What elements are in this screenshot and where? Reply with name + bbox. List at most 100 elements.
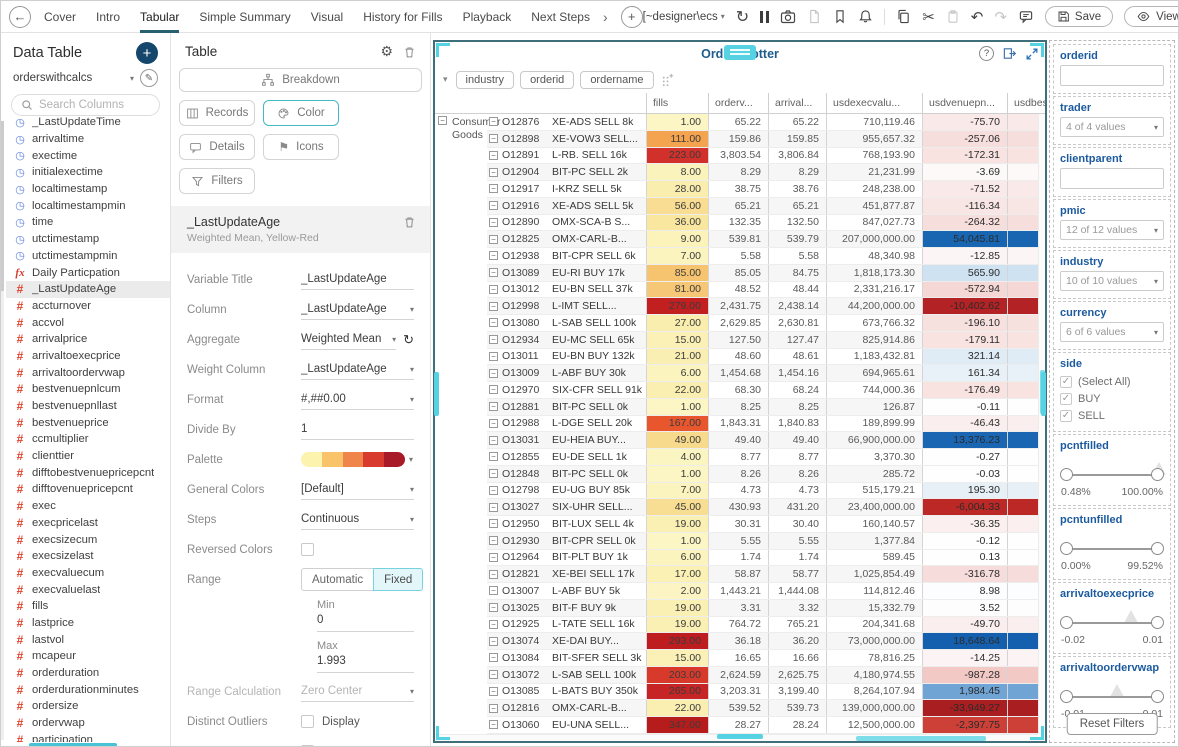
table-row[interactable]: −O13011EU-BN BUY 132k21.0048.6048.611,18… <box>487 349 1045 366</box>
slider-handle-max[interactable] <box>1151 542 1164 555</box>
pause-icon[interactable] <box>760 11 769 23</box>
copy-icon[interactable] <box>896 9 911 24</box>
trash-icon[interactable] <box>403 45 416 59</box>
column-item-arrivalprice[interactable]: #arrivalprice <box>6 331 170 348</box>
table-row[interactable]: −O12970SIX-CFR SELL 91k22.0068.3068.2474… <box>487 382 1045 399</box>
column-item-execvaluecum[interactable]: #execvaluecum <box>6 565 170 582</box>
search-columns-input[interactable]: Search Columns <box>11 94 160 116</box>
column-header-usdbest[interactable]: usdbest... <box>1008 93 1045 113</box>
table-row[interactable]: −O12798EU-UG BUY 85k7.004.734.73515,179.… <box>487 483 1045 500</box>
collapse-row-icon[interactable]: − <box>489 687 498 696</box>
collapse-row-icon[interactable]: − <box>489 452 498 461</box>
field-control-weight-column[interactable]: _LastUpdateAge▾ <box>301 360 414 380</box>
collapse-row-icon[interactable]: − <box>489 218 498 227</box>
column-item-lastprice[interactable]: #lastprice <box>6 615 170 632</box>
drag-handle[interactable] <box>724 45 756 60</box>
table-row[interactable]: −O13012EU-BN SELL 37k81.0048.5248.442,33… <box>487 282 1045 299</box>
sidebar-scrollbar-thumb[interactable] <box>1 121 4 291</box>
column-item-arrivaltoexecprice[interactable]: #arrivaltoexecprice <box>6 348 170 365</box>
column-item-ordervwap[interactable]: #ordervwap <box>6 715 170 732</box>
breakdown-chip-orderid[interactable]: orderid <box>520 71 574 89</box>
reset-filters-button[interactable]: Reset Filters <box>1067 713 1158 735</box>
collapse-row-icon[interactable]: − <box>489 570 498 579</box>
table-row[interactable]: −O12825OMX-CARL-B...9.00539.81539.79207,… <box>487 231 1045 248</box>
slider-handle-max[interactable] <box>1151 468 1164 481</box>
collapse-row-icon[interactable]: − <box>489 704 498 713</box>
table-row[interactable]: −O12904BIT-PC SELL 2k8.008.298.2921,231.… <box>487 164 1045 181</box>
field-control-column[interactable]: _LastUpdateAge▾ <box>301 300 414 320</box>
table-row[interactable]: −O12998L-IMT SELL...279.002,431.752,438.… <box>487 298 1045 315</box>
column-item-execpricelast[interactable]: #execpricelast <box>6 515 170 532</box>
tab-simple-summary[interactable]: Simple Summary <box>199 1 290 33</box>
column-item-execvaluelast[interactable]: #execvaluelast <box>6 581 170 598</box>
table-row[interactable]: −O13089EU-RI BUY 17k85.0085.0584.751,818… <box>487 265 1045 282</box>
collapse-row-icon[interactable]: − <box>489 268 498 277</box>
collapse-row-icon[interactable]: − <box>489 335 498 344</box>
horizontal-scrollbar-thumb[interactable] <box>856 736 986 741</box>
sidebar-scrollbar[interactable] <box>1 121 4 740</box>
collapse-group-icon[interactable]: − <box>438 116 447 125</box>
checkbox-reversed-colors[interactable] <box>301 543 314 556</box>
tab-playback[interactable]: Playback <box>463 1 512 33</box>
field-input-max[interactable]: 1.993 <box>317 655 414 673</box>
table-row[interactable]: −O12950BIT-LUX SELL 4k19.0030.3130.40160… <box>487 516 1045 533</box>
column-header-usdexecvalue[interactable]: usdexecvalu... <box>827 93 923 113</box>
collapse-row-icon[interactable]: − <box>489 486 498 495</box>
collapse-row-icon[interactable]: − <box>489 369 498 378</box>
collapse-row-icon[interactable]: − <box>489 285 498 294</box>
field-control-steps[interactable]: Continuous▾ <box>301 510 414 530</box>
field-control-format[interactable]: #,##0.00▾ <box>301 390 414 410</box>
column-item-execsizecum[interactable]: #execsizecum <box>6 531 170 548</box>
filter-text-input-clientparent[interactable] <box>1060 168 1164 189</box>
table-row[interactable]: −O12876XE-ADS SELL 8k1.0065.2265.22710,1… <box>487 114 1045 131</box>
range-mode-fixed[interactable]: Fixed <box>373 568 423 591</box>
range-mode-automatic[interactable]: Automatic <box>301 568 373 591</box>
slider-handle-min[interactable] <box>1060 616 1073 629</box>
checkbox-icon[interactable]: ✓ <box>1060 376 1072 388</box>
collapse-row-icon[interactable]: − <box>489 168 498 177</box>
save-button[interactable]: Save <box>1045 6 1113 27</box>
column-item-orderduration[interactable]: #orderduration <box>6 665 170 682</box>
add-data-table-button[interactable]: + <box>136 42 158 64</box>
refresh-icon[interactable]: ↻ <box>403 332 414 348</box>
table-row[interactable]: −O13007L-ABF BUY 5k2.001,443.211,444.081… <box>487 583 1045 600</box>
tab-visual[interactable]: Visual <box>311 1 343 33</box>
chevron-down-icon[interactable]: ▾ <box>410 485 414 494</box>
column-item-time[interactable]: ◷time <box>6 214 170 231</box>
bookmark-icon[interactable] <box>833 9 847 24</box>
column-item-execsizelast[interactable]: #execsizelast <box>6 548 170 565</box>
table-row[interactable]: −O12821XE-BEI SELL 17k17.0058.8758.771,0… <box>487 566 1045 583</box>
table-row[interactable]: −O12891L-RB. SELL 16k223.003,803.543,806… <box>487 148 1045 165</box>
filter-select-trader[interactable]: 4 of 4 values▾ <box>1060 117 1164 137</box>
breakdown-button[interactable]: Breakdown <box>179 68 422 92</box>
field-control-general-colors[interactable]: [Default]▾ <box>301 480 414 500</box>
column-item-bestvenuepnlcum[interactable]: #bestvenuepnlcum <box>6 381 170 398</box>
collapse-row-icon[interactable]: − <box>489 670 498 679</box>
order-blotter-panel[interactable]: Order Blotter ? ▾ industry orderid order… <box>433 40 1047 743</box>
column-item-initialexectime[interactable]: ◷initialexectime <box>6 164 170 181</box>
table-row[interactable]: −O12964BIT-PLT BUY 1k6.001.741.74589.450… <box>487 550 1045 567</box>
filter-text-input-orderid[interactable] <box>1060 65 1164 86</box>
field-control-aggregate[interactable]: Weighted Mean▾ <box>301 330 396 350</box>
collapse-row-icon[interactable]: − <box>489 251 498 260</box>
collapse-row-icon[interactable]: − <box>489 586 498 595</box>
column-item-accturnover[interactable]: #accturnover <box>6 298 170 315</box>
table-row[interactable]: −O12848BIT-PC SELL 0k1.008.268.26285.72-… <box>487 466 1045 483</box>
table-row[interactable]: −O12890OMX-SCA-B S...36.00132.35132.5084… <box>487 215 1045 232</box>
refresh-icon[interactable]: ↻ <box>736 7 749 27</box>
chevron-down-icon[interactable]: ▾ <box>410 395 414 404</box>
table-row[interactable]: −O13080L-SAB SELL 100k27.002,629.852,630… <box>487 315 1045 332</box>
bell-icon[interactable] <box>858 9 873 24</box>
table-row[interactable]: −O12925L-TATE SELL 16k19.00764.72765.212… <box>487 617 1045 634</box>
undo-icon[interactable]: ↶ <box>971 8 984 26</box>
table-row[interactable]: −O13027SIX-UHR SELL...45.00430.93431.202… <box>487 499 1045 516</box>
column-item-arrivaltime[interactable]: ◷arrivaltime <box>6 131 170 148</box>
collapse-row-icon[interactable]: − <box>489 352 498 361</box>
table-row[interactable]: −O12934EU-MC SELL 65k15.00127.50127.4782… <box>487 332 1045 349</box>
column-header-arrival[interactable]: arrival... <box>769 93 827 113</box>
collapse-row-icon[interactable]: − <box>489 536 498 545</box>
collapse-row-icon[interactable]: − <box>489 151 498 160</box>
collapse-row-icon[interactable]: − <box>489 302 498 311</box>
collapse-row-icon[interactable]: − <box>489 318 498 327</box>
column-item-arrivaltoordervwap[interactable]: #arrivaltoordervwap <box>6 364 170 381</box>
